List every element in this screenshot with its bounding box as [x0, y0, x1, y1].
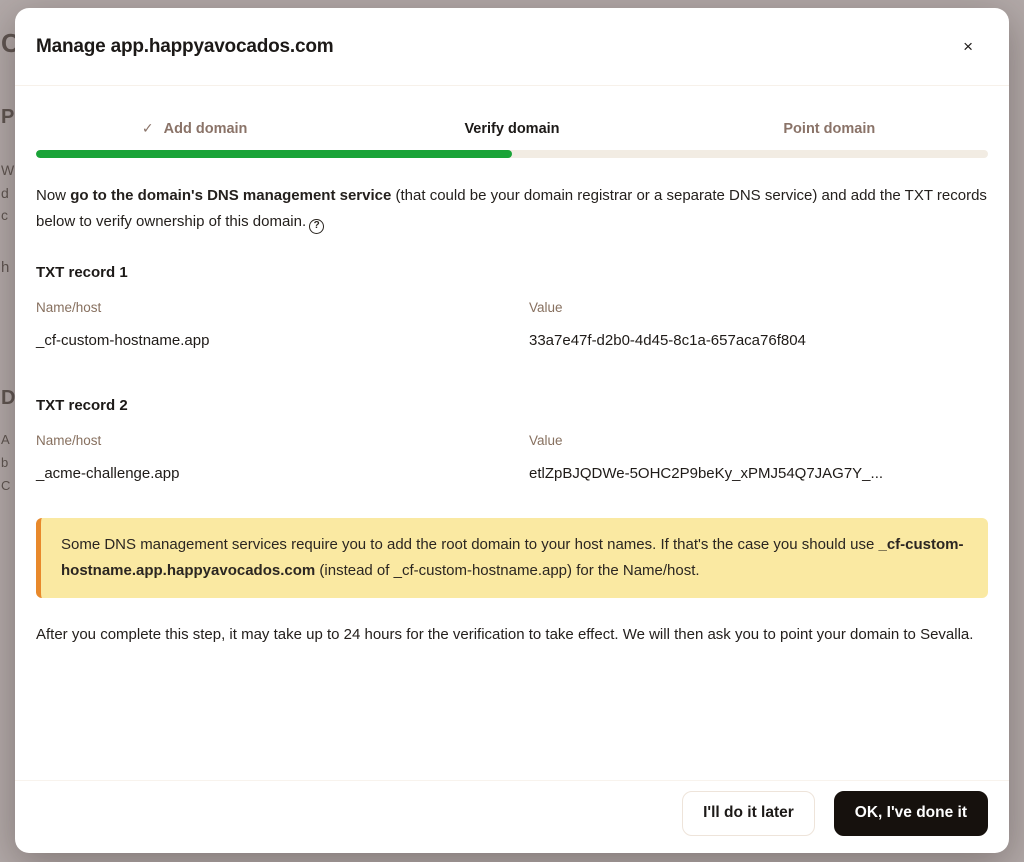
intro-bold: go to the domain's DNS management servic… — [70, 187, 391, 204]
step-point-domain: Point domain — [671, 120, 988, 137]
wizard-steps: ✓ Add domain Verify domain Point domain — [36, 120, 988, 137]
step-label: Add domain — [164, 121, 248, 137]
name-host-label: Name/host — [36, 300, 529, 315]
step-add-domain: ✓ Add domain — [36, 120, 353, 137]
check-icon: ✓ — [142, 120, 154, 137]
intro-paragraph: Now go to the domain's DNS management se… — [36, 183, 988, 235]
name-host-label: Name/host — [36, 433, 529, 448]
value-value: etlZpBJQDWe-5OHC2P9beKy_xPMJ54Q7JAG7Y_..… — [529, 465, 988, 482]
record-title: TXT record 2 — [36, 397, 988, 414]
do-it-later-button[interactable]: I'll do it later — [682, 791, 815, 836]
manage-domain-modal: Manage app.happyavocados.com × ✓ Add dom… — [15, 8, 1009, 853]
name-host-value: _acme-challenge.app — [36, 465, 529, 482]
intro-pre: Now — [36, 187, 70, 204]
modal-footer: I'll do it later OK, I've done it — [15, 780, 1009, 853]
warning-callout: Some DNS management services require you… — [36, 518, 988, 598]
outro-paragraph: After you complete this step, it may tak… — [36, 622, 988, 648]
record-title: TXT record 1 — [36, 264, 988, 281]
ok-done-button[interactable]: OK, I've done it — [834, 791, 988, 836]
value-label: Value — [529, 300, 988, 315]
close-icon[interactable]: × — [957, 32, 979, 61]
progress-bar-track — [36, 150, 988, 158]
step-label: Verify domain — [464, 121, 559, 137]
value-label: Value — [529, 433, 988, 448]
help-icon[interactable]: ? — [309, 219, 324, 234]
modal-title: Manage app.happyavocados.com — [36, 36, 333, 58]
modal-body: ✓ Add domain Verify domain Point domain … — [15, 120, 1009, 815]
txt-record-1: TXT record 1 Name/host Value _cf-custom-… — [36, 264, 988, 349]
step-label: Point domain — [783, 121, 875, 137]
modal-header: Manage app.happyavocados.com × — [15, 8, 1009, 86]
step-verify-domain: Verify domain — [353, 120, 670, 137]
warning-pre: Some DNS management services require you… — [61, 536, 878, 553]
warning-post: (instead of _cf-custom-hostname.app) for… — [315, 562, 699, 579]
backdrop-fragments: CPWdchDAbC — [0, 0, 15, 862]
name-host-value: _cf-custom-hostname.app — [36, 332, 529, 349]
progress-bar-fill — [36, 150, 512, 158]
txt-record-2: TXT record 2 Name/host Value _acme-chall… — [36, 397, 988, 482]
value-value: 33a7e47f-d2b0-4d45-8c1a-657aca76f804 — [529, 332, 988, 349]
